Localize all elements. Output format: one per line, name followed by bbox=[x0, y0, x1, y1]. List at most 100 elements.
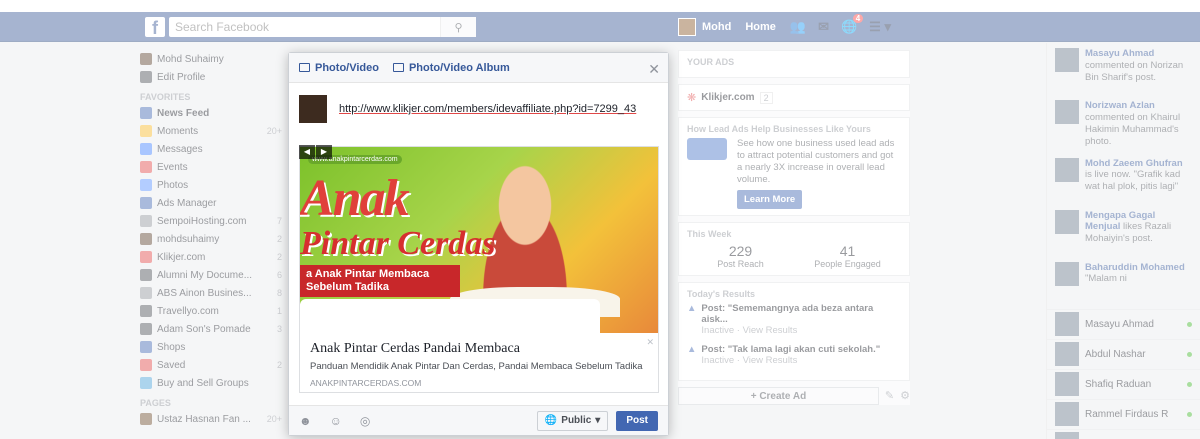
sidebar-item[interactable]: Photos bbox=[140, 176, 282, 194]
home-link[interactable]: Home bbox=[745, 21, 776, 33]
sidebar-item[interactable]: Ads Manager bbox=[140, 194, 282, 212]
result-item[interactable]: ▲ Post: "Tak lama lagi akan cuti sekolah.… bbox=[687, 344, 901, 366]
link-title[interactable]: Anak Pintar Cerdas Pandai Membaca bbox=[310, 341, 648, 357]
notification-badge: 4 bbox=[852, 14, 864, 23]
ticker-sidebar: Masayu Ahmad commented on Norizan Bin Sh… bbox=[1046, 43, 1200, 439]
sidebar-item[interactable]: Events bbox=[140, 158, 282, 176]
sidebar-item-label: Shops bbox=[157, 341, 186, 353]
tab-photo-album[interactable]: Photo/Video Album bbox=[392, 61, 510, 74]
sidebar-item-icon bbox=[140, 323, 152, 335]
sidebar-item[interactable]: News Feed bbox=[140, 104, 282, 122]
location-icon[interactable]: ◎ bbox=[360, 414, 370, 428]
gear-icon[interactable]: ⚙ bbox=[900, 389, 910, 402]
online-status-icon bbox=[1187, 321, 1192, 327]
feeling-icon[interactable]: ☺ bbox=[330, 414, 342, 428]
pages-heading: PAGES bbox=[140, 398, 171, 408]
people-engaged-stat[interactable]: 41 People Engaged bbox=[794, 243, 901, 269]
composer-tabs: Photo/Video Photo/Video Album bbox=[289, 53, 668, 83]
result-status: Inactive · View Results bbox=[701, 354, 798, 366]
notifications-icon[interactable]: 🌐 4 bbox=[841, 14, 864, 35]
favorites-heading: FAVORITES bbox=[140, 92, 191, 102]
sidebar-item-count: 2 bbox=[276, 252, 282, 262]
post-button[interactable]: Post bbox=[616, 410, 658, 431]
sidebar-item[interactable]: Moments 20+ bbox=[140, 122, 282, 140]
sidebar-item-label: Photos bbox=[157, 179, 189, 191]
sidebar-item[interactable]: Adam Son's Pomade 3 bbox=[140, 320, 282, 338]
sidebar-item[interactable]: Saved 2 bbox=[140, 356, 282, 374]
sidebar-profile[interactable]: Mohd Suhaimy bbox=[140, 50, 282, 68]
tab-photo-video[interactable]: Photo/Video bbox=[299, 62, 379, 74]
prev-image-icon[interactable]: ◀ bbox=[299, 145, 315, 159]
chat-contact[interactable]: Rammel Firdaus R bbox=[1047, 398, 1200, 429]
lead-ads-title: How Lead Ads Help Businesses Like Yours bbox=[687, 124, 871, 134]
chat-contact[interactable]: Shafiq Raduan bbox=[1047, 368, 1200, 399]
post-reach-stat[interactable]: 229 Post Reach bbox=[687, 243, 794, 269]
sidebar-item[interactable]: SempoiHosting.com 7 bbox=[140, 212, 282, 230]
ticker-item[interactable]: Mohd Zaeem Ghufran is live now. "Grafik … bbox=[1047, 153, 1200, 205]
people-engaged-value: 41 bbox=[839, 242, 856, 259]
sidebar-item-icon bbox=[140, 125, 152, 137]
sidebar-item-label: Events bbox=[157, 161, 188, 173]
tag-friends-icon[interactable]: ☻ bbox=[299, 414, 312, 428]
messages-icon[interactable]: ✉ bbox=[818, 19, 829, 35]
sidebar-item-count: 2 bbox=[276, 360, 282, 370]
chat-contact-name: Masayu Ahmad bbox=[1085, 318, 1154, 330]
sidebar-item-count: 2 bbox=[276, 234, 282, 244]
profile-name: Mohd Suhaimy bbox=[157, 53, 224, 65]
ticker-name: Norizwan Azlan bbox=[1085, 100, 1155, 111]
avatar[interactable] bbox=[678, 18, 696, 36]
remove-preview-icon[interactable]: ✕ bbox=[646, 337, 654, 348]
sidebar-item-icon bbox=[140, 359, 152, 371]
search-icon[interactable]: ⚲ bbox=[440, 17, 476, 37]
ticker-item[interactable]: Mengapa Gagal Menjual likes Razali Mohai… bbox=[1047, 205, 1200, 257]
facebook-logo-icon[interactable]: f bbox=[145, 17, 165, 38]
chat-contact[interactable]: Masayu Ahmad bbox=[1047, 308, 1200, 339]
sidebar-item[interactable]: Klikjer.com 2 bbox=[140, 248, 282, 266]
friend-requests-icon[interactable]: 👥 bbox=[790, 19, 806, 35]
chat-contact[interactable]: Suhaimi Art Page bbox=[1047, 428, 1200, 439]
sidebar-item[interactable]: Messages bbox=[140, 140, 282, 158]
link-preview-image[interactable]: Anak Pintar Cerdas a Anak Pintar Membaca… bbox=[300, 147, 658, 333]
create-ad-button[interactable]: + Create Ad bbox=[678, 386, 879, 405]
ticker-item[interactable]: Baharuddin Mohamed "Malam ni bbox=[1047, 257, 1200, 309]
sidebar-item[interactable]: Travellyo.com 1 bbox=[140, 302, 282, 320]
learn-more-button[interactable]: Learn More bbox=[737, 189, 803, 209]
sidebar-item-icon bbox=[140, 251, 152, 263]
page-name: Klikjer.com bbox=[701, 92, 755, 103]
sidebar-item-label: mohdsuhaimy bbox=[157, 233, 220, 245]
result-item[interactable]: ▲ Post: "Sememangnya ada beza antara aisk… bbox=[687, 303, 901, 336]
search-box[interactable]: ⚲ bbox=[169, 17, 476, 37]
your-ads-card: YOUR ADS bbox=[678, 50, 910, 78]
ticker-item[interactable]: Norizwan Azlan commented on Khairul Haki… bbox=[1047, 95, 1200, 153]
quick-help-icon[interactable]: ☰ ▾ bbox=[869, 19, 891, 35]
link-preview[interactable]: Anak Pintar Cerdas a Anak Pintar Membaca… bbox=[299, 146, 659, 393]
link-description[interactable]: Panduan Mendidik Anak Pintar Dan Cerdas,… bbox=[310, 361, 648, 372]
sidebar-item[interactable]: Shops bbox=[140, 338, 282, 356]
page-card[interactable]: ❋ Klikjer.com 2 bbox=[678, 84, 910, 111]
sidebar-item[interactable]: Buy and Sell Groups bbox=[140, 374, 282, 392]
privacy-selector[interactable]: 🌐 Public ▾ bbox=[536, 410, 609, 431]
ticker-item[interactable]: Masayu Ahmad commented on Norizan Bin Sh… bbox=[1047, 43, 1200, 95]
chat-contact-name: Rammel Firdaus R bbox=[1085, 408, 1169, 420]
sidebar-item[interactable]: ABS Ainon Busines... 8 bbox=[140, 284, 282, 302]
todays-results-card: Today's Results ▲ Post: "Sememangnya ada … bbox=[678, 281, 910, 381]
profile-link[interactable]: Mohd bbox=[702, 21, 731, 33]
composer-text[interactable]: http://www.klikjer.com/members/idevaffil… bbox=[339, 103, 636, 115]
close-icon[interactable]: ✕ bbox=[648, 61, 660, 78]
nav-right: Mohd Home 👥 ✉ 🌐 4 ☰ ▾ bbox=[678, 14, 903, 40]
sidebar-item[interactable]: Alumni My Docume... 6 bbox=[140, 266, 282, 284]
pages-list: Ustaz Hasnan Fan ... 20+ bbox=[140, 410, 282, 428]
ticker-text: Mohd Zaeem Ghufran is live now. "Grafik … bbox=[1085, 158, 1192, 200]
sidebar-item[interactable]: mohdsuhaimy 2 bbox=[140, 230, 282, 248]
chat-contact[interactable]: Abdul Nashar bbox=[1047, 338, 1200, 369]
ticker-name: Masayu Ahmad bbox=[1085, 48, 1155, 59]
result-status: Inactive · View Results bbox=[701, 324, 798, 336]
sidebar-page-item[interactable]: Ustaz Hasnan Fan ... 20+ bbox=[140, 410, 282, 428]
sidebar-edit-profile[interactable]: Edit Profile bbox=[140, 68, 282, 86]
composer-input-row[interactable]: http://www.klikjer.com/members/idevaffil… bbox=[289, 83, 668, 129]
result-title: Post: "Tak lama lagi akan cuti sekolah." bbox=[701, 343, 881, 355]
tab-label: Photo/Video Album bbox=[408, 61, 510, 74]
next-image-icon[interactable]: ▶ bbox=[316, 145, 332, 159]
edit-icon[interactable]: ✎ bbox=[885, 389, 894, 402]
search-input[interactable] bbox=[169, 17, 440, 37]
